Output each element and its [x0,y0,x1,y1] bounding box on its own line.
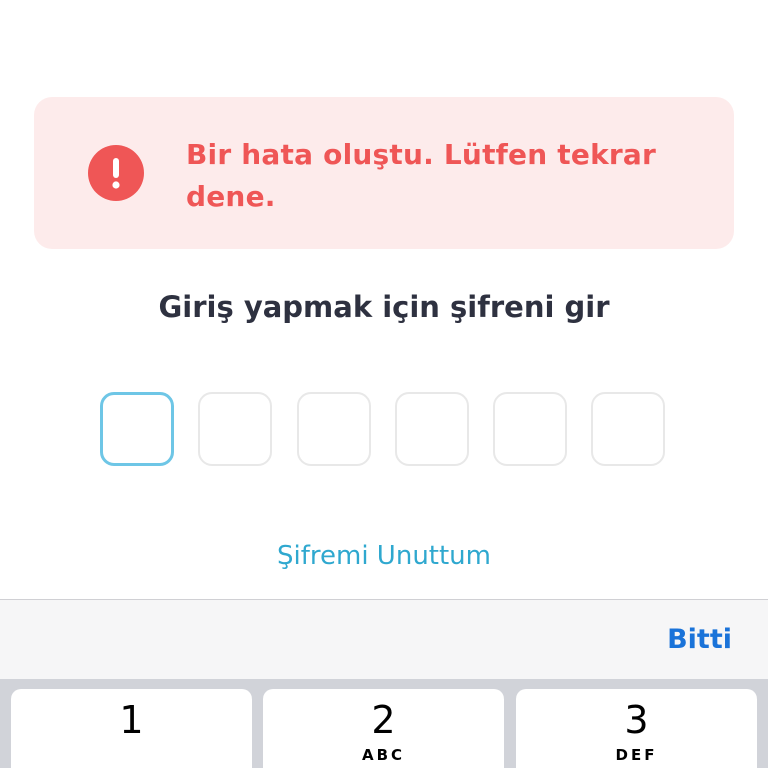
exclamation-mark-glyph [112,158,120,189]
pin-digit-2[interactable] [198,392,272,466]
done-button[interactable]: Bitti [667,620,732,660]
key-1[interactable]: 1 [11,689,252,768]
numeric-keypad: 1 2 ABC 3 DEF [0,679,768,768]
page-title: Giriş yapmak için şifreni gir [158,290,610,324]
pin-digit-1[interactable] [100,392,174,466]
pin-digit-6[interactable] [591,392,665,466]
key-2[interactable]: 2 ABC [263,689,504,768]
key-letters: ABC [361,746,406,764]
keyboard-accessory-bar: Bitti [0,599,768,679]
key-digit: 3 [624,698,649,742]
pin-input-group[interactable] [100,392,668,468]
pin-digit-5[interactable] [493,392,567,466]
key-3[interactable]: 3 DEF [516,689,757,768]
forgot-password-link[interactable]: Şifremi Unuttum [0,536,768,576]
key-digit: 1 [119,698,144,742]
pin-digit-3[interactable] [297,392,371,466]
pin-digit-4[interactable] [395,392,469,466]
login-screen: Bir hata oluştu. Lütfen tekrar dene. Gir… [0,0,768,768]
key-digit: 2 [371,698,396,742]
error-message: Bir hata oluştu. Lütfen tekrar dene. [186,138,657,213]
exclamation-circle-icon [88,145,144,201]
key-letters: DEF [615,746,658,764]
